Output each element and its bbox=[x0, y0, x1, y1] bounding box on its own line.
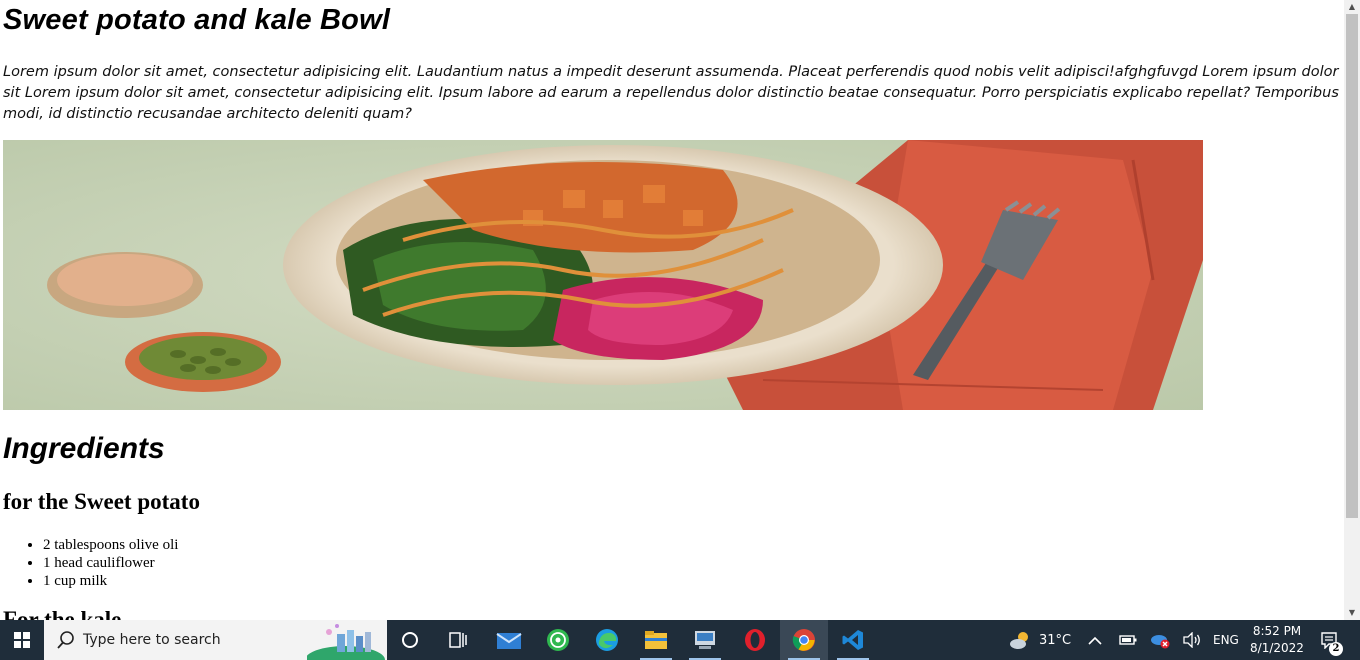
system-app-button[interactable] bbox=[681, 620, 729, 660]
weather-widget[interactable]: 31°C bbox=[1009, 620, 1071, 660]
show-hidden-icons-button[interactable] bbox=[1087, 620, 1103, 660]
web-page: Sweet potato and kale Bowl Lorem ipsum d… bbox=[0, 0, 1344, 620]
whatsapp-app-button[interactable] bbox=[534, 620, 582, 660]
cortana-button[interactable] bbox=[386, 620, 434, 660]
list-item: 1 cup milk bbox=[43, 572, 178, 590]
speaker-icon bbox=[1183, 632, 1200, 648]
task-view-button[interactable] bbox=[434, 620, 482, 660]
cortana-icon bbox=[402, 632, 418, 648]
scroll-down-arrow-icon[interactable]: ▼ bbox=[1344, 606, 1360, 620]
list-item: 2 tablespoons olive oli bbox=[43, 536, 178, 554]
recipe-image bbox=[3, 140, 1203, 410]
weather-temperature: 31°C bbox=[1039, 632, 1072, 648]
battery-icon bbox=[1119, 635, 1137, 645]
chrome-icon bbox=[792, 629, 815, 651]
chrome-app-button[interactable] bbox=[780, 620, 828, 660]
network-status[interactable] bbox=[1150, 620, 1170, 660]
taskbar-clock[interactable]: 8:52 PM 8/1/2022 bbox=[1242, 623, 1312, 657]
opera-app-button[interactable] bbox=[731, 620, 779, 660]
vscode-icon bbox=[842, 630, 863, 650]
clock-time: 8:52 PM bbox=[1252, 624, 1302, 638]
file-explorer-icon bbox=[645, 631, 667, 649]
ingredients-heading: Ingredients bbox=[3, 432, 165, 465]
file-explorer-app-button[interactable] bbox=[632, 620, 680, 660]
mail-app-button[interactable] bbox=[485, 620, 533, 660]
search-icon bbox=[57, 631, 74, 649]
sweet-potato-heading: for the Sweet potato bbox=[3, 489, 200, 514]
input-language-indicator[interactable]: ENG bbox=[1213, 620, 1239, 660]
chevron-up-icon bbox=[1088, 636, 1102, 645]
edge-icon bbox=[596, 629, 618, 651]
opera-icon bbox=[745, 629, 765, 651]
partly-cloudy-icon bbox=[1010, 632, 1028, 649]
start-button[interactable] bbox=[0, 620, 44, 660]
taskbar-search-box[interactable]: Type here to search bbox=[44, 620, 387, 660]
task-view-icon bbox=[449, 632, 467, 648]
page-title: Sweet potato and kale Bowl bbox=[3, 4, 391, 36]
whatsapp-icon bbox=[547, 629, 569, 651]
vscode-app-button[interactable] bbox=[829, 620, 877, 660]
search-placeholder: Type here to search bbox=[83, 632, 221, 648]
list-item: 1 head cauliflower bbox=[43, 554, 178, 572]
language-label: ENG bbox=[1213, 633, 1239, 647]
search-highlight-illustration-icon bbox=[307, 620, 387, 660]
vertical-scrollbar[interactable]: ▲ ▼ bbox=[1344, 0, 1360, 620]
intro-paragraph: Lorem ipsum dolor sit amet, consectetur … bbox=[3, 64, 1339, 122]
sweet-potato-ingredient-list: 2 tablespoons olive oli 1 head cauliflow… bbox=[43, 536, 178, 590]
system-app-icon bbox=[695, 631, 715, 649]
edge-app-button[interactable] bbox=[583, 620, 631, 660]
taskbar: Type here to search 31°C ENG 8:52 PM 8/1… bbox=[0, 620, 1360, 660]
network-disconnected-icon bbox=[1151, 635, 1170, 649]
mail-icon bbox=[496, 633, 522, 649]
volume-control[interactable] bbox=[1182, 620, 1202, 660]
clock-date: 8/1/2022 bbox=[1250, 641, 1304, 655]
scroll-up-arrow-icon[interactable]: ▲ bbox=[1344, 0, 1360, 14]
battery-status[interactable] bbox=[1119, 620, 1137, 660]
scrollbar-thumb[interactable] bbox=[1346, 14, 1358, 518]
kale-heading: For the kale bbox=[3, 607, 122, 620]
notification-count-badge: 2 bbox=[1329, 642, 1343, 656]
windows-logo-icon bbox=[14, 632, 30, 648]
